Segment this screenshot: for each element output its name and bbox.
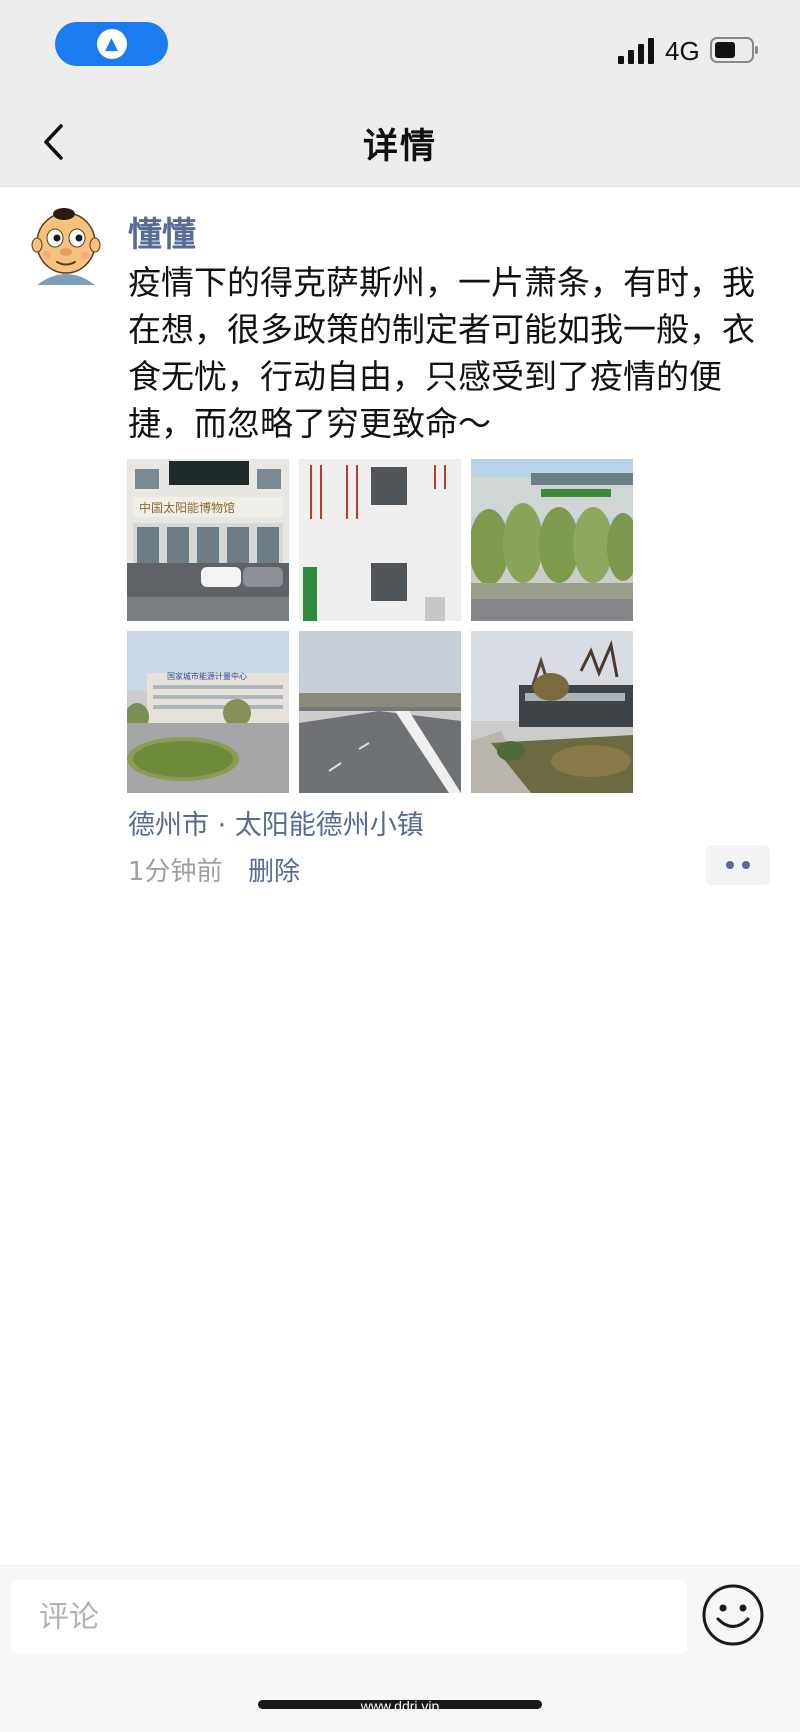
svg-text:中国太阳能博物馆: 中国太阳能博物馆 (139, 500, 235, 515)
author-name[interactable]: 懂懂 (128, 207, 196, 256)
more-button[interactable] (706, 845, 770, 885)
navigation-pill[interactable]: ▲ (55, 22, 168, 66)
photo-grid: 中国太阳能博物馆 国家城市能源计量中心 (127, 459, 637, 793)
comment-input[interactable] (11, 1580, 687, 1654)
delete-button[interactable]: 删除 (248, 851, 300, 888)
page-title: 详情 (362, 127, 437, 167)
cartoon-avatar-icon (27, 205, 105, 285)
page-header: 详情 (0, 96, 800, 187)
photo-sidewalk-trees[interactable] (471, 631, 633, 793)
more-dots-icon (726, 861, 734, 869)
status-bar: ▲ 4G (0, 0, 800, 96)
network-type-label: 4G (665, 36, 700, 66)
photo-empty-road[interactable] (299, 631, 461, 793)
photo-museum-building[interactable]: 中国太阳能博物馆 (127, 459, 289, 621)
svg-text:国家城市能源计量中心: 国家城市能源计量中心 (167, 671, 247, 681)
cellular-signal-icon (618, 38, 654, 64)
post-timestamp: 1分钟前 (128, 857, 223, 887)
navigation-arrow-icon: ▲ (96, 29, 127, 59)
avatar[interactable] (27, 205, 105, 285)
photo-white-wall-slogans[interactable] (299, 459, 461, 621)
post-text: 疫情下的得克萨斯州，一片萧条，有时，我在想，很多政策的制定者可能如我一般，衣食无… (128, 263, 755, 443)
more-dots-icon (742, 861, 750, 869)
location-link[interactable]: 德州市 · 太阳能德州小镇 (128, 803, 424, 842)
photo-government-building[interactable]: 国家城市能源计量中心 (127, 631, 289, 793)
smiley-face-icon[interactable] (700, 1582, 766, 1648)
photo-roadside-trees[interactable] (471, 459, 633, 621)
watermark: www.ddrj.vip (360, 1698, 440, 1714)
battery-icon (710, 37, 758, 63)
